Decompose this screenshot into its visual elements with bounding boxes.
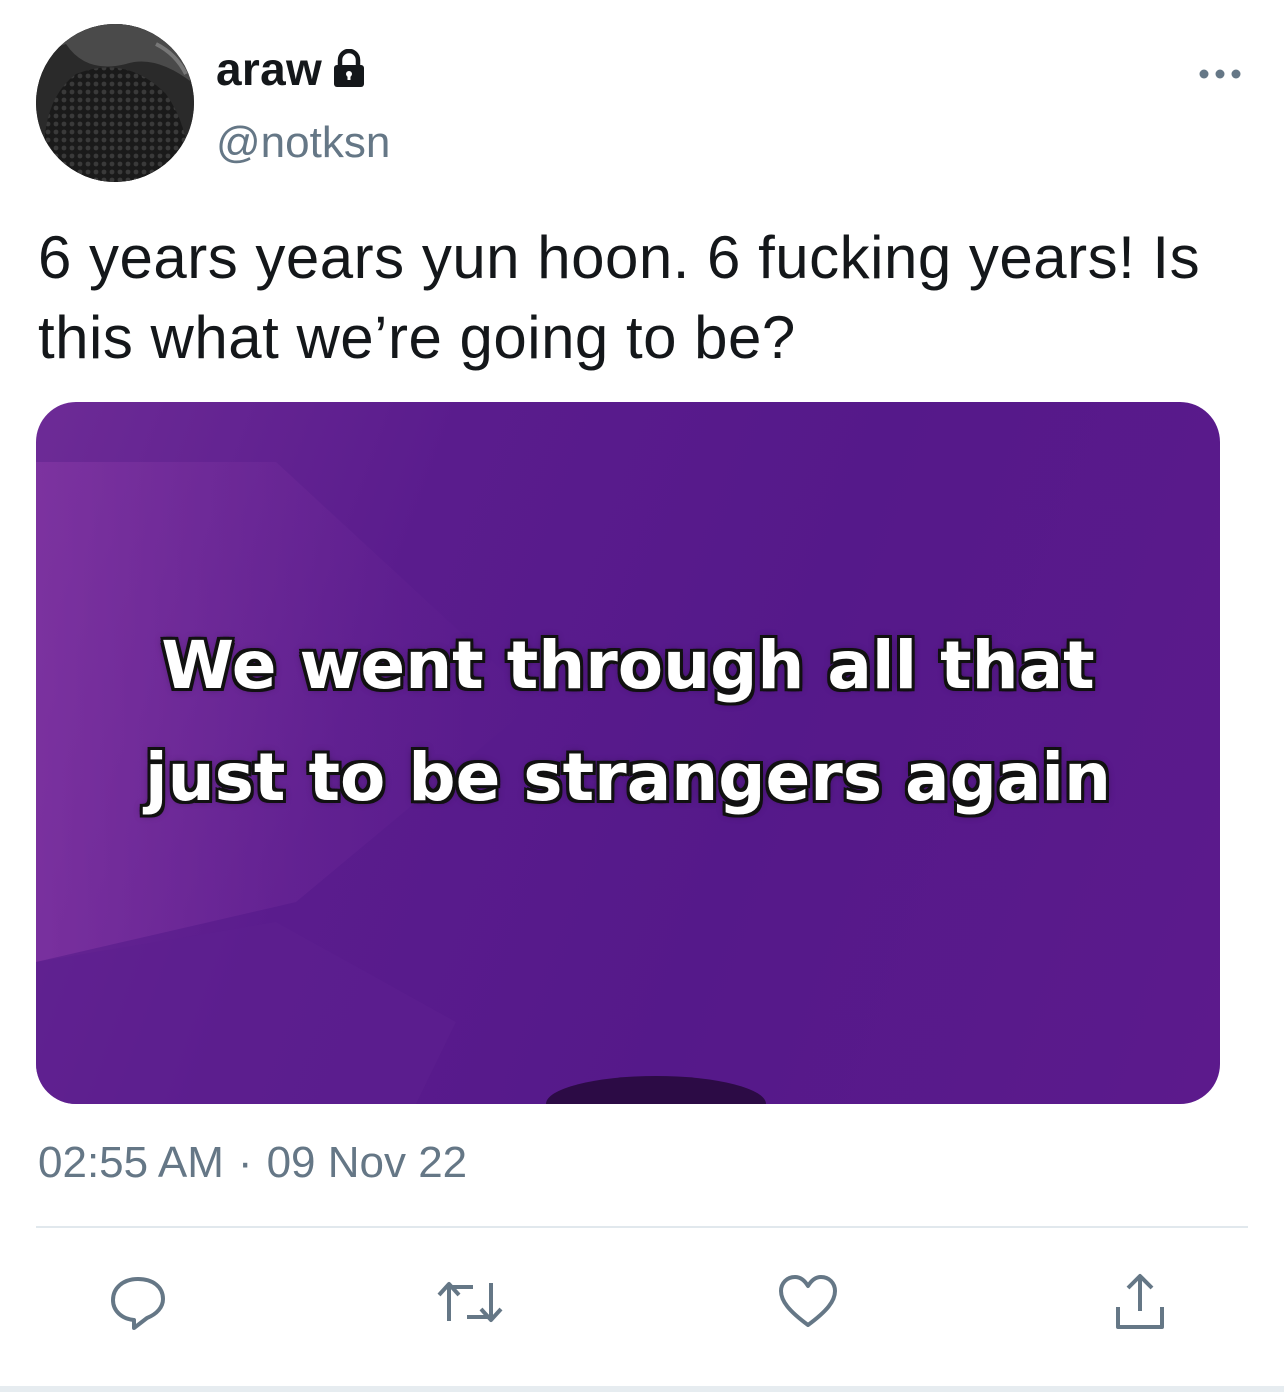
- tweet-time: 02:55 AM: [38, 1138, 224, 1187]
- lock-icon: [332, 48, 366, 89]
- bottom-divider: [0, 1386, 1284, 1392]
- share-button[interactable]: [1100, 1262, 1180, 1342]
- retweet-button[interactable]: [430, 1262, 510, 1342]
- divider: [36, 1226, 1248, 1228]
- tweet-timestamp[interactable]: 02:55 AM · 09 Nov 22: [38, 1138, 467, 1188]
- tweet: araw @notksn 6 years years yun hoon. 6 f…: [0, 0, 1284, 1392]
- meta-separator: ·: [237, 1138, 253, 1187]
- display-name[interactable]: araw: [216, 42, 322, 96]
- avatar-photo-icon: [36, 24, 194, 182]
- user-handle[interactable]: @notksn: [216, 118, 390, 168]
- media-caption: We went through all that just to be stra…: [36, 610, 1220, 834]
- caption-line-1: We went through all that: [161, 627, 1095, 704]
- retweet-icon: [437, 1282, 503, 1322]
- reply-icon: [111, 1277, 165, 1330]
- more-horizontal-icon[interactable]: [1196, 62, 1244, 86]
- like-icon: [779, 1275, 837, 1327]
- share-icon: [1116, 1274, 1164, 1329]
- tweet-media-image[interactable]: We went through all that just to be stra…: [36, 402, 1220, 1104]
- caption-line-2: just to be strangers again: [145, 739, 1111, 816]
- like-button[interactable]: [768, 1262, 848, 1342]
- tweet-text: 6 years years yun hoon. 6 fucking years!…: [38, 224, 1201, 371]
- reply-button[interactable]: [98, 1262, 178, 1342]
- tweet-date: 09 Nov 22: [266, 1138, 468, 1187]
- action-bar: [0, 1262, 1284, 1342]
- avatar[interactable]: [36, 24, 194, 182]
- user-name-row: araw: [216, 36, 366, 102]
